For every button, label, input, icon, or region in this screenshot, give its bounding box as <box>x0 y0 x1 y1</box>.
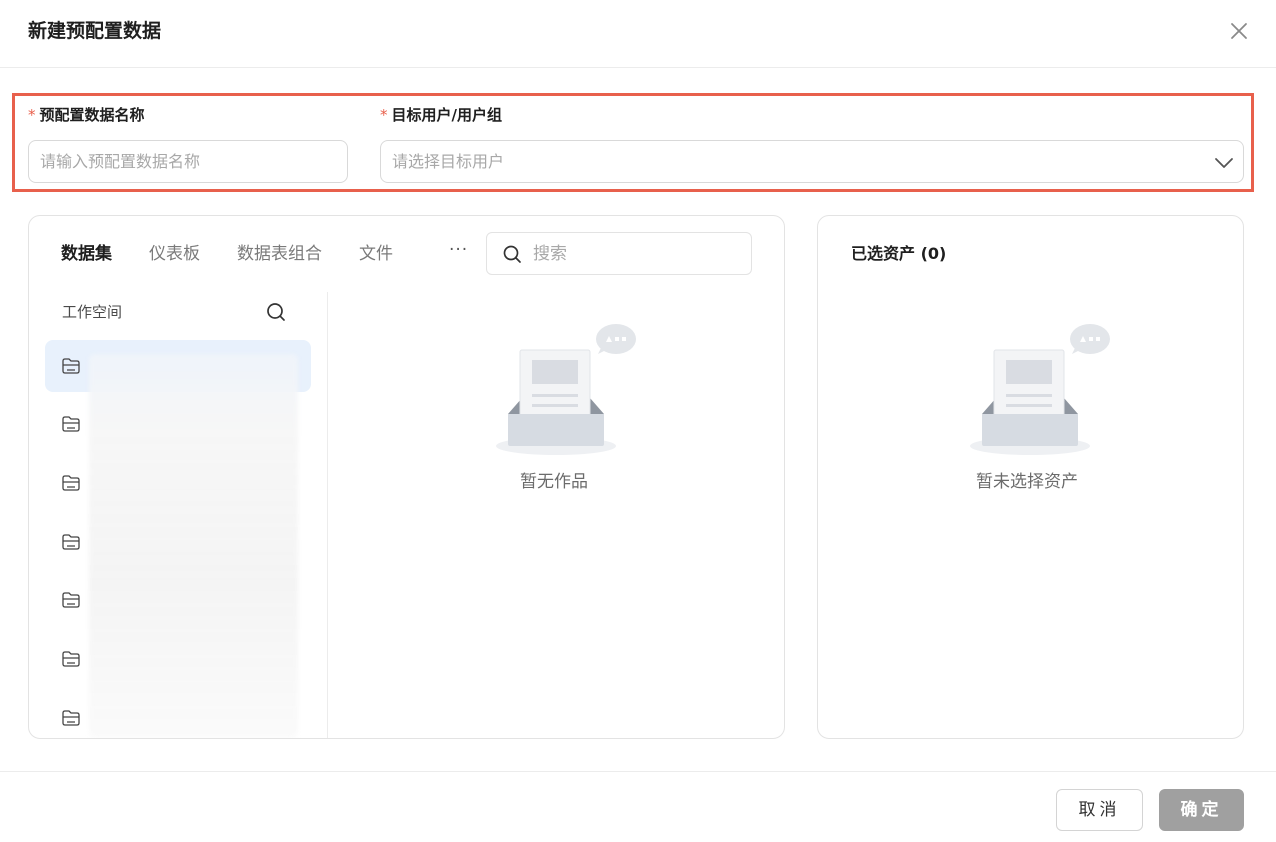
folder-icon <box>62 416 80 432</box>
close-icon[interactable] <box>1226 18 1252 44</box>
dialog-header: 新建预配置数据 <box>0 0 1276 68</box>
more-tabs-button[interactable]: ··· <box>449 240 468 260</box>
target-user-select[interactable]: 请选择目标用户 <box>380 140 1244 183</box>
target-field-label: * 目标用户/用户组 <box>380 106 502 124</box>
folder-icon <box>62 651 80 667</box>
required-mark: * <box>28 106 36 124</box>
cancel-button[interactable]: 取消 <box>1056 789 1143 831</box>
asset-search-placeholder: 搜索 <box>533 244 567 264</box>
confirm-button[interactable]: 确定 <box>1159 789 1244 831</box>
preconfig-dialog: 新建预配置数据 * 预配置数据名称 请输入预配置数据名称 * 目标用户/用户组 请选… <box>0 0 1276 842</box>
required-mark: * <box>380 106 388 124</box>
target-select-placeholder: 请选择目标用户 <box>392 152 505 171</box>
name-input-placeholder: 请输入预配置数据名称 <box>40 152 201 171</box>
tab-table-combos[interactable]: 数据表组合 <box>237 242 322 266</box>
chevron-down-icon <box>1215 158 1233 168</box>
empty-selection-text: 暂未选择资产 <box>976 472 1078 492</box>
redacted-workspace-names <box>89 354 298 738</box>
dialog-footer: 取消 确定 <box>0 771 1276 842</box>
folder-icon <box>62 358 80 374</box>
folder-icon <box>62 475 80 491</box>
name-input[interactable]: 请输入预配置数据名称 <box>28 140 348 183</box>
folder-icon <box>62 592 80 608</box>
asset-type-tabs: 数据集 仪表板 数据表组合 文件 <box>61 242 430 266</box>
selected-assets-panel: 已选资产 (0) 暂未选择资产 <box>817 215 1244 739</box>
panel-divider <box>327 292 328 738</box>
workspace-title: 工作空间 <box>62 303 123 321</box>
workspace-search-icon[interactable] <box>265 301 287 327</box>
dialog-title: 新建预配置数据 <box>28 20 162 42</box>
search-icon <box>503 245 521 263</box>
name-field-label: * 预配置数据名称 <box>28 106 145 124</box>
empty-inbox-icon <box>970 324 1110 455</box>
empty-assets-text: 暂无作品 <box>520 472 588 492</box>
empty-inbox-icon <box>496 324 636 455</box>
asset-search-input[interactable]: 搜索 <box>486 232 752 275</box>
selected-assets-title: 已选资产 (0) <box>851 244 947 263</box>
tab-files[interactable]: 文件 <box>359 242 393 266</box>
tab-dashboards[interactable]: 仪表板 <box>149 242 200 266</box>
folder-icon <box>62 534 80 550</box>
tab-datasets[interactable]: 数据集 <box>61 242 112 266</box>
folder-icon <box>62 710 80 726</box>
asset-browser-panel: 数据集 仪表板 数据表组合 文件 ··· 搜索 工作空间 暂无作品 <box>28 215 785 739</box>
